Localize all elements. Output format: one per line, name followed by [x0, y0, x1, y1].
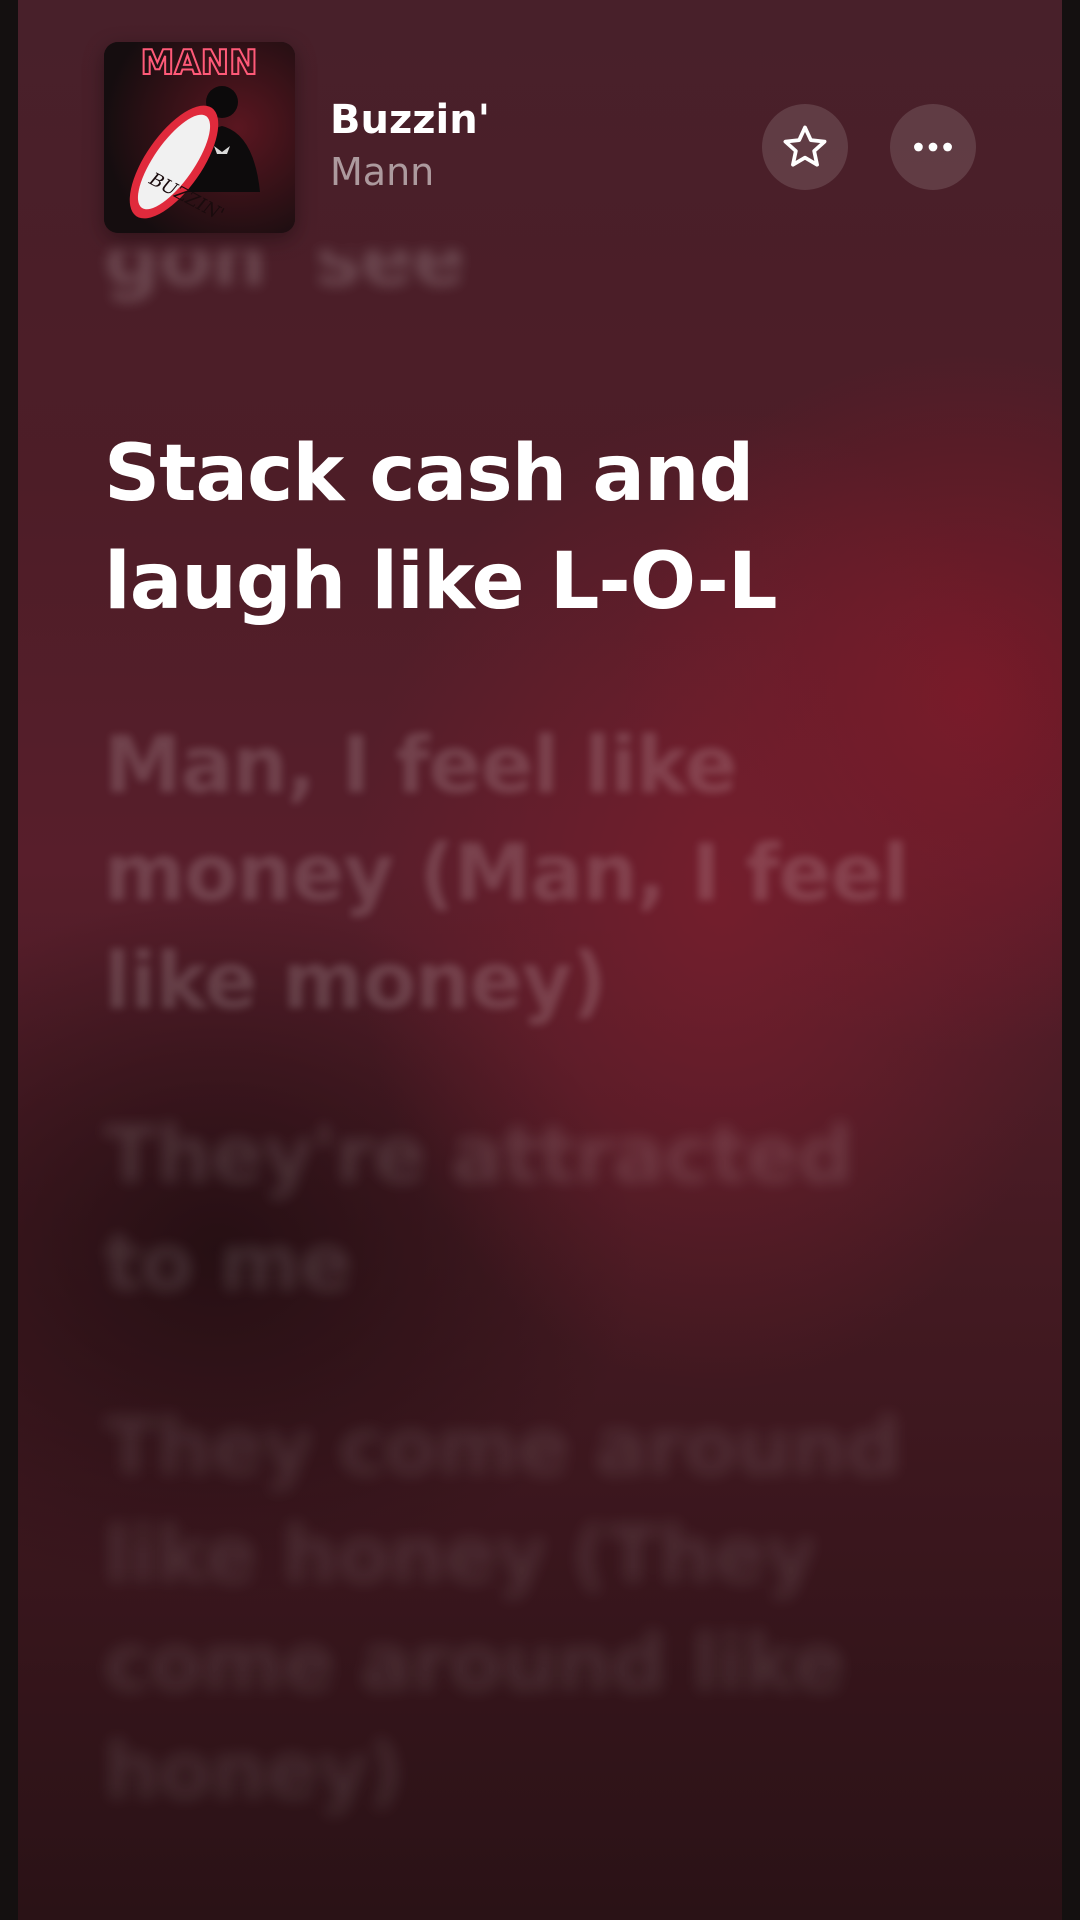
ellipsis-icon	[914, 142, 952, 152]
now-playing-header: MANN BUZZIN' Buzzin' Mann	[18, 0, 1062, 260]
lyric-line-upcoming[interactable]: They come around like honey (They come a…	[104, 1394, 934, 1826]
album-artwork-image: MANN BUZZIN'	[104, 42, 295, 233]
more-options-button[interactable]	[890, 104, 976, 190]
lyric-line-previous-text: gon' see	[104, 250, 465, 304]
lyrics-screen: MANN BUZZIN' Buzzin' Mann gon' see Stack…	[18, 0, 1062, 1920]
star-icon	[783, 125, 827, 167]
song-title[interactable]: Buzzin'	[330, 97, 490, 143]
lyric-line-upcoming[interactable]: Man, I feel like money (Man, I feel like…	[104, 712, 934, 1036]
album-artwork[interactable]: MANN BUZZIN'	[104, 42, 295, 233]
favorite-button[interactable]	[762, 104, 848, 190]
artist-name[interactable]: Mann	[330, 150, 434, 194]
artwork-logo-text: MANN	[140, 43, 257, 83]
lyric-line-upcoming[interactable]: They're attracted to me	[104, 1102, 934, 1318]
lyric-line-previous[interactable]: gon' see	[104, 250, 934, 350]
lyric-line-active[interactable]: Stack cash and laugh like L-O-L	[104, 420, 934, 636]
